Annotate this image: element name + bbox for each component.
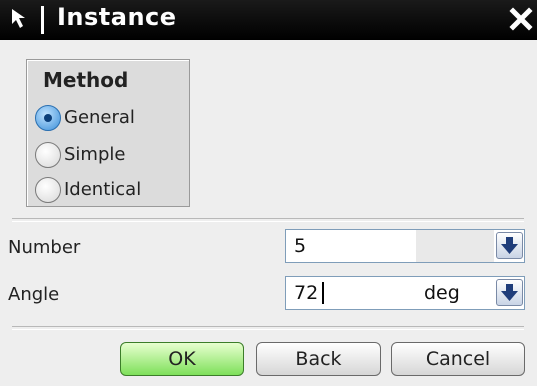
- angle-label: Angle: [8, 284, 60, 305]
- chevron-down-icon[interactable]: [496, 232, 523, 259]
- angle-field[interactable]: 72 deg: [285, 276, 525, 310]
- chevron-down-icon[interactable]: [496, 279, 523, 306]
- title-separator: [41, 6, 44, 34]
- close-icon[interactable]: [508, 6, 534, 32]
- radio-identical-label: Identical: [64, 179, 142, 200]
- number-label: Number: [8, 237, 81, 258]
- number-value[interactable]: 5: [294, 235, 306, 257]
- instance-dialog: Instance Method General Simple Identical…: [0, 0, 537, 386]
- radio-general-label: General: [64, 107, 135, 128]
- divider-top: [12, 218, 524, 222]
- method-group-title: Method: [43, 68, 129, 92]
- radio-simple-button[interactable]: [35, 142, 61, 168]
- angle-unit[interactable]: deg: [424, 282, 460, 304]
- radio-simple-label: Simple: [64, 144, 126, 165]
- arrow-select-icon: [8, 6, 34, 32]
- radio-identical-button[interactable]: [35, 177, 61, 203]
- dialog-title: Instance: [57, 3, 177, 31]
- angle-value[interactable]: 72: [294, 282, 318, 304]
- text-cursor: [322, 282, 324, 304]
- radio-general-button[interactable]: [35, 105, 61, 131]
- number-field-spacer: [416, 230, 494, 262]
- method-group: Method General Simple Identical: [26, 59, 190, 207]
- ok-button[interactable]: OK: [120, 342, 244, 376]
- divider-bottom: [12, 326, 524, 330]
- cancel-button[interactable]: Cancel: [391, 342, 525, 376]
- title-bar[interactable]: Instance: [0, 0, 537, 40]
- back-button[interactable]: Back: [256, 342, 381, 376]
- number-field[interactable]: 5: [285, 229, 525, 263]
